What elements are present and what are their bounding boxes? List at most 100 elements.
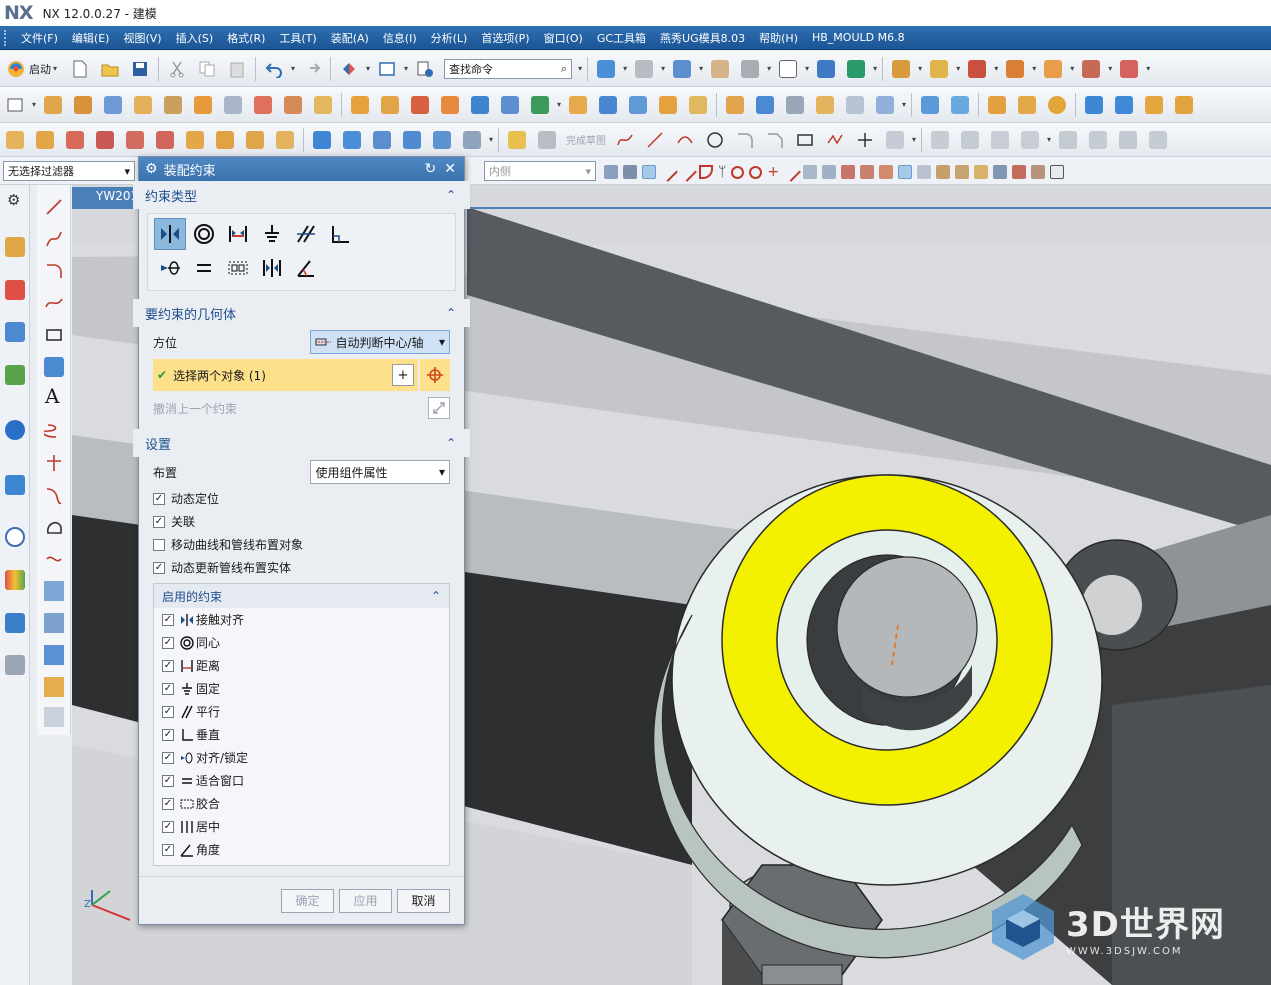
cube-view-button[interactable] — [872, 92, 898, 118]
checkbox[interactable]: ✓ — [162, 682, 174, 695]
pyramid-button[interactable] — [842, 92, 868, 118]
fix-button[interactable] — [256, 218, 288, 250]
menu-hb-mould[interactable]: HB_MOULD M6.8 — [805, 31, 912, 44]
geo-constraint-button[interactable] — [1055, 127, 1081, 153]
snap-plane-icon[interactable] — [993, 165, 1008, 179]
orient-view-button[interactable] — [631, 56, 657, 82]
sketch-star-button[interactable] — [504, 127, 530, 153]
menu-yanxiu[interactable]: 燕秀UG模具8.03 — [653, 30, 752, 46]
point-button[interactable] — [852, 127, 878, 153]
array-button[interactable] — [437, 92, 463, 118]
snap-on-curve-icon[interactable] — [781, 162, 802, 182]
patch-button[interactable] — [685, 92, 711, 118]
touch-align-button[interactable] — [154, 218, 186, 250]
complete-sketch-label[interactable]: 完成草图 — [566, 132, 606, 147]
point-dialog-button[interactable] — [420, 359, 450, 391]
enabled-align-lock[interactable]: ✓ 对齐/锁定 — [154, 746, 449, 769]
web-browser-icon[interactable] — [5, 420, 25, 440]
snap-existing-icon[interactable] — [879, 165, 894, 179]
checkbox[interactable]: ✓ — [153, 561, 165, 574]
cut-button[interactable] — [164, 56, 190, 82]
snap-face-icon[interactable] — [623, 165, 637, 179]
cancel-button[interactable]: 取消 — [397, 888, 450, 913]
constraint-dim-button[interactable] — [1017, 127, 1043, 153]
runner-button[interactable] — [212, 127, 238, 153]
snap-perp-icon[interactable] — [936, 165, 951, 179]
draft-button[interactable] — [310, 92, 336, 118]
checkbox[interactable]: ✓ — [153, 492, 165, 505]
snap-on-face-icon[interactable] — [803, 165, 818, 179]
shell-button[interactable] — [280, 92, 306, 118]
start-button[interactable]: 启动 ▾ — [2, 56, 63, 82]
section-constraint-type[interactable]: 约束类型 ⌃ — [133, 181, 470, 209]
menu-help[interactable]: 帮助(H) — [752, 30, 805, 46]
menu-window[interactable]: 窗口(O) — [537, 30, 590, 46]
screw-button[interactable] — [1171, 92, 1197, 118]
intersect-curve-icon[interactable] — [44, 453, 64, 473]
menu-format[interactable]: 格式(R) — [220, 30, 272, 46]
profile-button[interactable] — [2, 127, 28, 153]
standard-part-3-button[interactable] — [369, 127, 395, 153]
box-button[interactable] — [722, 92, 748, 118]
align-lock-button[interactable] — [154, 252, 186, 284]
angle-button[interactable] — [290, 252, 322, 284]
arc-button[interactable] — [672, 127, 698, 153]
history-icon[interactable] — [5, 475, 25, 495]
sketch-finish-button[interactable] — [534, 127, 560, 153]
orientation-select[interactable]: 自动判断中心/轴 ▾ — [310, 330, 450, 354]
undo-last-button[interactable] — [428, 397, 450, 419]
spline-tool-icon[interactable] — [44, 229, 64, 249]
extract-curve-icon[interactable] — [44, 645, 64, 665]
assembly-navigator-icon[interactable] — [5, 237, 25, 257]
info-button[interactable] — [412, 56, 438, 82]
face-curve-icon[interactable] — [44, 581, 64, 601]
helix-tool-icon[interactable] — [44, 421, 64, 441]
line-button[interactable] — [642, 127, 668, 153]
checkbox[interactable] — [153, 538, 165, 551]
checkbox[interactable]: ✓ — [162, 613, 174, 626]
snap-endpoint-icon[interactable] — [658, 162, 678, 182]
option-dynamic-positioning[interactable]: ✓ 动态定位 — [139, 487, 464, 510]
text-tool-button[interactable] — [272, 127, 298, 153]
spline-button[interactable] — [612, 127, 638, 153]
checkbox[interactable]: ✓ — [162, 751, 174, 764]
menu-analysis[interactable]: 分析(L) — [424, 30, 475, 46]
snap-solid-icon[interactable] — [604, 165, 618, 179]
snap-bounded-icon[interactable] — [822, 165, 837, 179]
checkbox[interactable]: ✓ — [162, 705, 174, 718]
chamfer-button[interactable] — [762, 127, 788, 153]
clock-icon[interactable] — [5, 527, 25, 547]
bracket-button[interactable] — [984, 92, 1010, 118]
menu-tools[interactable]: 工具(T) — [272, 30, 323, 46]
settings-gear-icon[interactable]: ⚙ — [7, 191, 20, 209]
part-navigator-icon[interactable] — [5, 322, 25, 342]
fit-view-button[interactable] — [593, 56, 619, 82]
pin-button[interactable] — [1141, 92, 1167, 118]
corner-button[interactable] — [987, 127, 1013, 153]
show-constraint-button[interactable] — [1085, 127, 1111, 153]
enabled-touch-align[interactable]: ✓ 接触对齐 — [154, 608, 449, 631]
snap-tangent-icon[interactable] — [917, 165, 932, 179]
checkbox[interactable]: ✓ — [162, 843, 174, 856]
fillet-button[interactable] — [732, 127, 758, 153]
option-move-curves[interactable]: 移动曲线和管线布置对象 — [139, 533, 464, 556]
grid-move-button[interactable] — [947, 92, 973, 118]
lifter-button[interactable] — [92, 127, 118, 153]
wave-button[interactable] — [752, 92, 778, 118]
close-icon[interactable]: ✕ — [444, 161, 456, 177]
layout-select[interactable]: 使用组件属性 ▾ — [310, 460, 450, 484]
section-geometry[interactable]: 要约束的几何体 ⌃ — [133, 299, 470, 327]
extrude-button[interactable] — [40, 92, 66, 118]
gear-tool-button[interactable] — [1044, 92, 1070, 118]
enabled-parallel[interactable]: ✓ 平行 — [154, 700, 449, 723]
constraint-navigator-icon[interactable] — [5, 280, 25, 300]
datum-button[interactable] — [527, 92, 553, 118]
arc-tool-icon[interactable] — [44, 261, 64, 281]
bridge-curve-icon[interactable] — [44, 485, 64, 505]
palette-icon[interactable] — [5, 570, 25, 590]
mould-tool-4-button[interactable] — [1002, 56, 1028, 82]
gate-button[interactable] — [182, 127, 208, 153]
unite-button[interactable] — [250, 92, 276, 118]
collapse-icon[interactable]: ⌃ — [446, 306, 456, 320]
wedge-button[interactable] — [32, 127, 58, 153]
